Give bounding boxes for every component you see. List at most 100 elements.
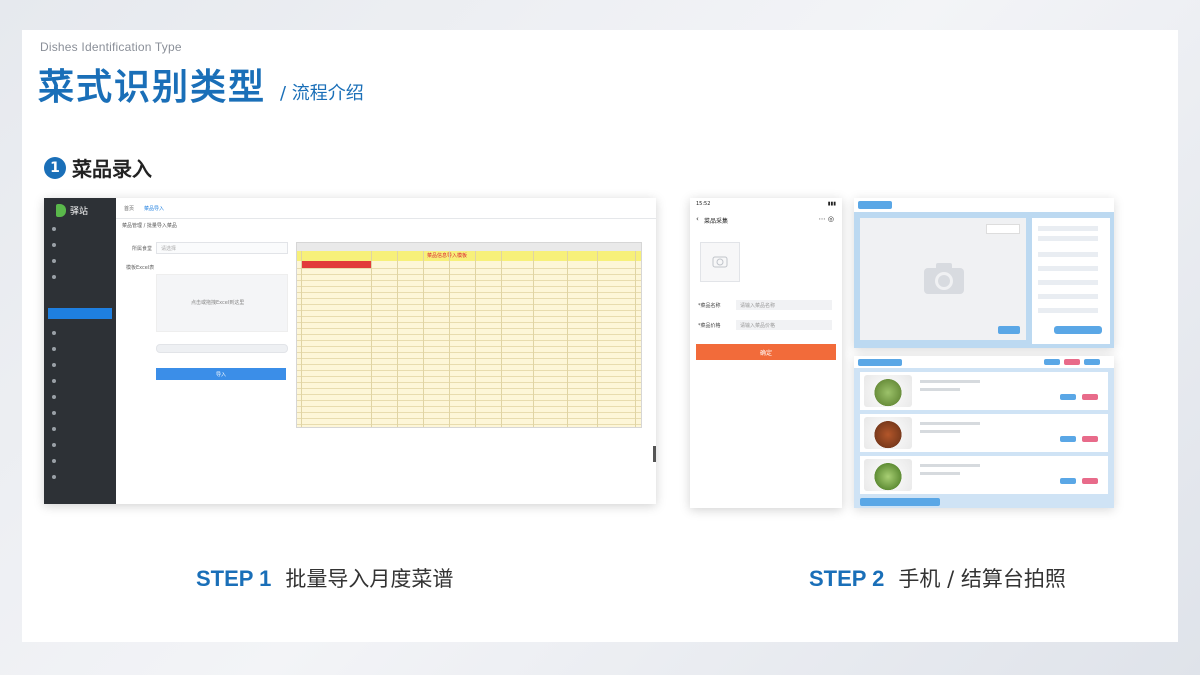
progress-bar: [156, 344, 288, 353]
confirm-button[interactable]: 确定: [696, 344, 836, 360]
admin-sidebar: 驿站: [44, 198, 116, 504]
sidebar-item[interactable]: [52, 328, 61, 338]
title-row: 菜式识别类型 / 流程介绍: [38, 58, 364, 110]
sidebar-item[interactable]: [52, 408, 61, 418]
sheet-row-line: [297, 274, 641, 275]
sidebar-item[interactable]: [52, 424, 61, 434]
sheet-row-line: [297, 328, 641, 329]
sheet-row-line: [297, 358, 641, 359]
list-tab[interactable]: [858, 359, 902, 366]
step2-text: 手机 / 结算台拍照: [898, 567, 1066, 591]
form-line: [1038, 236, 1098, 241]
sidebar-item[interactable]: [52, 392, 61, 402]
sidebar-item[interactable]: [52, 440, 61, 450]
save-button[interactable]: [1054, 326, 1102, 334]
dish-price-placeholder: 请输入菜品价格: [740, 323, 776, 329]
sheet-header-highlight: [301, 261, 371, 268]
sheet-row-line: [297, 400, 641, 401]
row-text: [920, 422, 980, 425]
canteen-select-placeholder: 请选择: [161, 246, 177, 252]
sheet-row-line: [297, 310, 641, 311]
template-label: 模板Excel表: [126, 265, 155, 271]
sidebar-item-active[interactable]: [48, 308, 112, 319]
camera-select[interactable]: [986, 224, 1020, 234]
sheet-row-line: [297, 334, 641, 335]
kiosk-topbar: [854, 198, 1114, 212]
menu-icon: [52, 459, 56, 463]
dish-form-panel: [1032, 218, 1110, 344]
delete-row-button[interactable]: [1082, 478, 1098, 484]
menu-icon: [52, 411, 56, 415]
dish-image: [864, 375, 912, 407]
menu-icon: [52, 443, 56, 447]
battery-icon: ▮▮▮: [827, 201, 836, 207]
dish-name-input[interactable]: 请输入菜品名称: [736, 300, 832, 310]
back-icon[interactable]: ‹: [696, 215, 699, 223]
sheet-row-line: [297, 352, 641, 353]
admin-topbar: 首页 菜品导入: [116, 198, 656, 219]
delete-row-button[interactable]: [1082, 436, 1098, 442]
sidebar-item[interactable]: [52, 272, 61, 282]
bottom-toolbar[interactable]: [860, 498, 940, 506]
sheet-row-line: [297, 364, 641, 365]
kiosk-camera-screenshot: [854, 198, 1114, 348]
dish-image: [864, 459, 912, 491]
delete-button[interactable]: [1064, 359, 1080, 365]
form-line: [1038, 252, 1098, 257]
list-item[interactable]: [860, 456, 1108, 494]
sheet-col-line: [449, 251, 450, 427]
sidebar-item[interactable]: [52, 224, 61, 234]
upload-dropzone[interactable]: 点击或拖拽Excel到这里: [156, 274, 288, 332]
sheet-row-line: [297, 418, 641, 419]
list-item[interactable]: [860, 414, 1108, 452]
menu-icon: [52, 395, 56, 399]
section-number-badge: 1: [44, 156, 66, 179]
sidebar-item[interactable]: [52, 472, 61, 482]
menu-icon: [52, 243, 56, 247]
canteen-select[interactable]: 请选择: [156, 242, 288, 254]
scrollbar[interactable]: [653, 446, 656, 462]
sheet-col-line: [533, 251, 534, 427]
tab-import[interactable]: 菜品导入: [144, 205, 164, 212]
menu-icon: [52, 363, 56, 367]
phone-screenshot: 15:52 ▮▮▮ ‹ 菜品采集 ⋯ ◎ *菜品名称 请输入菜品名称 *菜品价格…: [690, 198, 842, 508]
import-button[interactable]: 导入: [156, 368, 286, 380]
edit-button[interactable]: [1060, 436, 1076, 442]
add-button[interactable]: [1084, 359, 1100, 365]
tab-home[interactable]: 首页: [124, 205, 134, 212]
sheet-row-line: [297, 298, 641, 299]
menu-icon: [52, 275, 56, 279]
row-text: [920, 472, 960, 475]
capture-button[interactable]: [998, 326, 1020, 334]
sheet-col-line: [397, 251, 398, 427]
sidebar-item[interactable]: [52, 240, 61, 250]
sheet-row-line: [297, 346, 641, 347]
filter-button[interactable]: [1044, 359, 1060, 365]
menu-icon: [52, 427, 56, 431]
row-text: [920, 380, 980, 383]
dish-price-input[interactable]: 请输入菜品价格: [736, 320, 832, 330]
sidebar-item[interactable]: [52, 376, 61, 386]
form-line: [1038, 280, 1098, 285]
step2-caption: STEP 2 手机 / 结算台拍照: [809, 563, 1066, 593]
menu-icon: [52, 475, 56, 479]
delete-row-button[interactable]: [1082, 394, 1098, 400]
row-text: [920, 430, 960, 433]
step1-text: 批量导入月度菜谱: [285, 567, 454, 591]
canteen-label: 所属食堂: [132, 246, 153, 252]
sheet-row-line: [297, 316, 641, 317]
sidebar-item[interactable]: [52, 344, 61, 354]
sheet-col-line: [501, 251, 502, 427]
sidebar-item[interactable]: [52, 360, 61, 370]
kiosk-tab[interactable]: [858, 201, 892, 209]
sidebar-item[interactable]: [52, 456, 61, 466]
edit-button[interactable]: [1060, 394, 1076, 400]
sheet-row-line: [297, 424, 641, 425]
list-item[interactable]: [860, 372, 1108, 410]
english-subtitle: Dishes Identification Type: [40, 40, 182, 54]
edit-button[interactable]: [1060, 478, 1076, 484]
more-icon[interactable]: ⋯ ◎: [819, 215, 834, 223]
form-line: [1038, 294, 1098, 299]
photo-placeholder[interactable]: [700, 242, 740, 282]
sidebar-item[interactable]: [52, 256, 61, 266]
